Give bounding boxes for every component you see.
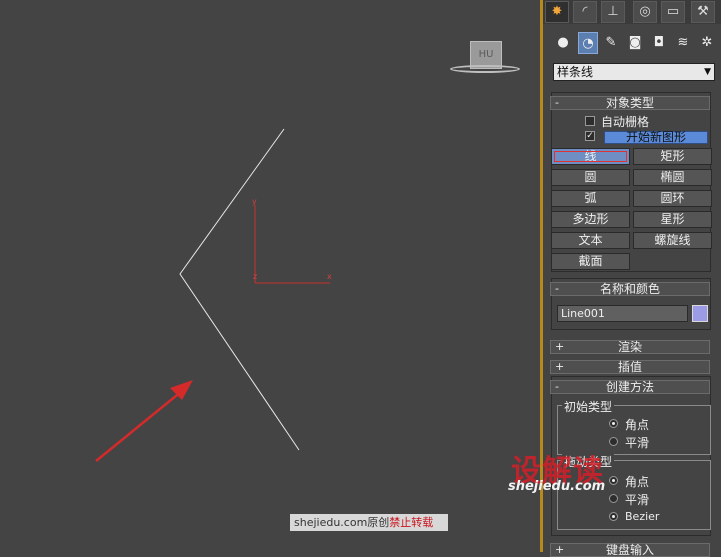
keyboard-entry-title: 键盘输入 [605, 543, 654, 557]
object-category-bar: ● ◔ ✎ ◙ ◘ ≋ ✲ [551, 32, 719, 58]
watermark-bar: shejiedu.com原创禁止转载 [290, 514, 448, 531]
systems-icon[interactable]: ✲ [697, 32, 717, 54]
rendering-title: 渲染 [617, 340, 642, 354]
drag-corner-label: 角点 [625, 475, 650, 489]
object-type-header[interactable]: - 对象类型 [550, 96, 710, 110]
start-new-shape-checkbox[interactable]: ✓ [585, 131, 595, 141]
hierarchy-icon[interactable]: ⊥ [601, 1, 625, 23]
axis-gizmo: y z x [252, 197, 332, 284]
keyboard-entry-header[interactable]: + 键盘输入 [550, 543, 710, 557]
rectangle-button[interactable]: 矩形 [633, 148, 712, 165]
lights-icon[interactable]: ✎ [601, 32, 621, 54]
autogrid-checkbox[interactable] [585, 116, 595, 126]
name-color-header[interactable]: - 名称和颜色 [550, 282, 710, 296]
initial-smooth-label: 平滑 [625, 436, 650, 450]
initial-corner-radio[interactable] [609, 419, 618, 428]
ngon-button[interactable]: 多边形 [551, 211, 630, 228]
viewcube-ring[interactable] [450, 65, 520, 73]
utilities-icon[interactable]: ⚒ [691, 1, 715, 23]
interpolation-title: 插值 [617, 360, 642, 374]
annotation-arrow [95, 380, 193, 462]
interpolation-header[interactable]: + 插值 [550, 360, 710, 374]
drag-smooth-radio[interactable] [609, 494, 618, 503]
viewport-canvas: y z x [95, 128, 332, 462]
spacewarps-icon[interactable]: ≋ [673, 32, 693, 54]
star-button[interactable]: 星形 [633, 211, 712, 228]
motion-icon[interactable]: ◎ [633, 1, 657, 23]
initial-type-title: 初始类型 [562, 398, 615, 415]
cameras-icon[interactable]: ◙ [625, 32, 645, 54]
create-icon[interactable]: ✸ [545, 1, 569, 23]
autogrid-label: 自动栅格 [601, 115, 650, 129]
watermark-warning: 禁止转载 [389, 516, 434, 529]
category-value: 样条线 [557, 65, 594, 79]
creation-method-header[interactable]: - 创建方法 [550, 380, 710, 394]
drag-type-title: 拖动类型 [562, 453, 615, 470]
drag-smooth-label: 平滑 [625, 493, 650, 507]
arc-button[interactable]: 弧 [551, 190, 630, 207]
creation-method-title: 创建方法 [605, 380, 654, 394]
command-panel: ✸ ◜ ⊥ ◎ ▭ ⚒ ● ◔ ✎ ◙ ◘ ≋ ✲ 样条线 ▼ - 对象类型 自… [543, 0, 721, 557]
command-tabs: ✸ ◜ ⊥ ◎ ▭ ⚒ [543, 0, 721, 24]
category-dropdown[interactable]: 样条线 ▼ [553, 63, 715, 81]
drag-bezier-label: Bezier [625, 510, 660, 523]
axis-x-label: x [327, 272, 332, 281]
drag-corner-radio[interactable] [609, 476, 618, 485]
axis-z-label: z [253, 272, 257, 281]
modify-icon[interactable]: ◜ [573, 1, 597, 23]
chevron-down-icon[interactable]: ▼ [704, 64, 711, 80]
object-color-swatch[interactable] [692, 305, 708, 322]
geometry-icon[interactable]: ● [553, 32, 573, 54]
donut-button[interactable]: 圆环 [633, 190, 712, 207]
watermark-site: shejiedu.com原创 [294, 516, 390, 529]
section-button[interactable]: 截面 [551, 253, 630, 270]
object-name-field[interactable]: Line001 [557, 305, 688, 322]
helpers-icon[interactable]: ◘ [649, 32, 669, 54]
start-new-shape-button[interactable]: 开始新图形 [604, 131, 708, 144]
text-button[interactable]: 文本 [551, 232, 630, 249]
drag-bezier-radio[interactable] [609, 512, 618, 521]
display-icon[interactable]: ▭ [661, 1, 685, 23]
initial-corner-label: 角点 [625, 418, 650, 432]
rendering-header[interactable]: + 渲染 [550, 340, 710, 354]
line-button[interactable]: 线 [551, 148, 630, 165]
name-color-title: 名称和颜色 [599, 282, 660, 296]
viewcube[interactable]: HU [450, 37, 520, 77]
ellipse-button[interactable]: 椭圆 [633, 169, 712, 186]
drawn-spline [179, 128, 300, 451]
object-type-title: 对象类型 [605, 96, 654, 110]
helix-button[interactable]: 螺旋线 [633, 232, 712, 249]
perspective-viewport[interactable]: y z x HU shejiedu.com原创禁止转载 [0, 0, 540, 552]
shapes-icon[interactable]: ◔ [578, 32, 598, 54]
initial-smooth-radio[interactable] [609, 437, 618, 446]
circle-button[interactable]: 圆 [551, 169, 630, 186]
axis-y-label: y [252, 197, 257, 206]
